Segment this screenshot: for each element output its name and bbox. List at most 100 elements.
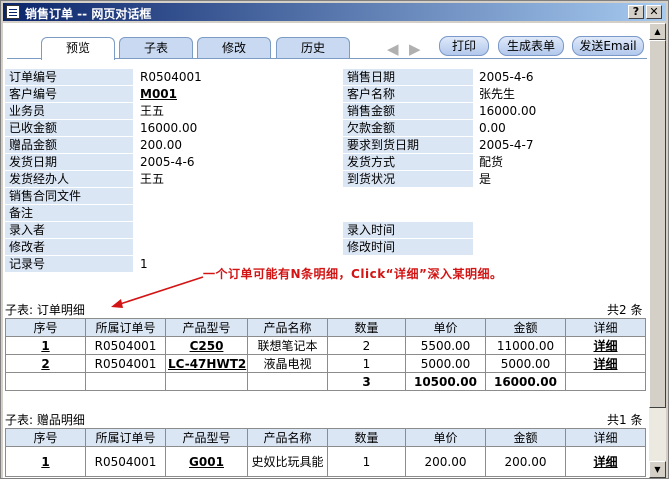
field-value: 张先生 <box>479 87 516 101</box>
hint-annotation: 一个订单可能有N条明细，Click“详细”深入某明细。 <box>203 267 503 281</box>
table-cell: 200.00 <box>405 446 486 477</box>
field-label: 修改时间 <box>343 239 473 255</box>
tab-preview[interactable]: 预览 <box>41 37 115 60</box>
field-label: 已收金额 <box>5 120 133 136</box>
field-label: 录入时间 <box>343 222 473 238</box>
annotation-arrow-icon <box>111 276 204 308</box>
table-cell: R0504001 <box>85 354 166 373</box>
print-button[interactable]: 打印 <box>439 36 489 56</box>
table-row: 1 R0504001 G001 史奴比玩具能 1 200.00 200.00 详… <box>5 446 646 477</box>
window-icon <box>6 5 20 19</box>
next-record-icon[interactable]: ▶ <box>409 40 421 58</box>
table-cell: 5000.00 <box>485 354 566 373</box>
total-unit-price: 10500.00 <box>405 372 486 391</box>
field-value: 200.00 <box>140 138 182 152</box>
product-model-link[interactable]: LC-47HWT2 <box>165 354 248 373</box>
table-row: 2 R0504001 LC-47HWT2 液晶电视 1 5000.00 5000… <box>5 354 646 373</box>
field-label: 订单编号 <box>5 69 133 85</box>
product-model-link[interactable]: C250 <box>165 336 248 355</box>
table-cell: 1 <box>327 354 406 373</box>
total-quantity: 3 <box>327 372 406 391</box>
column-header: 单价 <box>405 318 486 337</box>
row-number-link[interactable]: 1 <box>5 336 86 355</box>
field-label: 客户名称 <box>343 86 473 102</box>
field-value: 配货 <box>479 155 504 169</box>
generate-form-button[interactable]: 生成表单 <box>498 36 564 56</box>
gift-details-count: 共1 条 <box>607 413 643 427</box>
dialog-window: 销售订单 -- 网页对话框 ? ✕ 预览 子表 修改 历史 ◀ ▶ 打印 生成表… <box>0 0 669 479</box>
table-total-row: 3 10500.00 16000.00 <box>5 372 646 391</box>
field-label: 记录号 <box>5 256 133 272</box>
table-cell: 液晶电视 <box>247 354 328 373</box>
column-header: 数量 <box>327 318 406 337</box>
column-header: 产品型号 <box>165 318 248 337</box>
column-header: 金额 <box>485 318 566 337</box>
field-value: 16000.00 <box>140 121 198 135</box>
table-cell <box>85 372 166 391</box>
table-header-row: 序号 所属订单号 产品型号 产品名称 数量 单价 金额 详细 <box>5 428 646 447</box>
column-header: 详细 <box>565 318 646 337</box>
field-label: 发货方式 <box>343 154 473 170</box>
order-details-title: 子表: 订单明细 <box>5 303 85 317</box>
tab-history[interactable]: 历史 <box>276 37 350 59</box>
column-header: 产品名称 <box>247 428 328 447</box>
detail-link[interactable]: 详细 <box>565 446 646 477</box>
field-value: 2005-4-7 <box>479 138 534 152</box>
table-cell <box>5 372 86 391</box>
gift-details-table: 序号 所属订单号 产品型号 产品名称 数量 单价 金额 详细 1 R050400… <box>5 428 646 477</box>
table-cell: R0504001 <box>85 336 166 355</box>
detail-link[interactable]: 详细 <box>565 336 646 355</box>
table-cell <box>247 372 328 391</box>
product-model-link[interactable]: G001 <box>165 446 248 477</box>
column-header: 序号 <box>5 428 86 447</box>
row-number-link[interactable]: 2 <box>5 354 86 373</box>
field-value: 0.00 <box>479 121 506 135</box>
customer-id-link[interactable]: M001 <box>140 86 177 102</box>
field-label: 备注 <box>5 205 133 221</box>
field-value: 1 <box>140 257 148 271</box>
table-cell: 11000.00 <box>485 336 566 355</box>
tab-subtable[interactable]: 子表 <box>119 37 193 59</box>
scroll-thumb[interactable] <box>649 40 666 408</box>
order-details-count: 共2 条 <box>607 303 643 317</box>
detail-link[interactable]: 详细 <box>565 354 646 373</box>
field-label: 要求到货日期 <box>343 137 473 153</box>
column-header: 序号 <box>5 318 86 337</box>
field-label: 到货状况 <box>343 171 473 187</box>
order-details-table: 序号 所属订单号 产品型号 产品名称 数量 单价 金额 详细 1 R050400… <box>5 318 646 391</box>
field-label: 欠款金额 <box>343 120 473 136</box>
field-label: 销售金额 <box>343 103 473 119</box>
column-header: 所属订单号 <box>85 428 166 447</box>
help-button[interactable]: ? <box>628 5 644 19</box>
field-label: 修改者 <box>5 239 133 255</box>
column-header: 单价 <box>405 428 486 447</box>
field-value: R0504001 <box>140 70 202 84</box>
field-label: 录入者 <box>5 222 133 238</box>
table-cell: 联想笔记本 <box>247 336 328 355</box>
field-value: 2005-4-6 <box>140 155 195 169</box>
field-value: 王五 <box>140 104 165 118</box>
tab-edit[interactable]: 修改 <box>197 37 271 59</box>
field-label: 赠品金额 <box>5 137 133 153</box>
row-number-link[interactable]: 1 <box>5 446 86 477</box>
vertical-scrollbar[interactable]: ▲ ▼ <box>649 23 666 478</box>
table-row: 1 R0504001 C250 联想笔记本 2 5500.00 11000.00… <box>5 336 646 355</box>
prev-record-icon[interactable]: ◀ <box>387 40 399 58</box>
field-label: 发货经办人 <box>5 171 133 187</box>
table-cell: R0504001 <box>85 446 166 477</box>
total-amount: 16000.00 <box>485 372 566 391</box>
table-cell <box>165 372 248 391</box>
scroll-down-icon[interactable]: ▼ <box>649 461 666 478</box>
send-email-button[interactable]: 发送Email <box>572 36 644 56</box>
field-label: 发货日期 <box>5 154 133 170</box>
window-title: 销售订单 -- 网页对话框 <box>25 7 152 21</box>
column-header: 数量 <box>327 428 406 447</box>
close-button[interactable]: ✕ <box>646 5 662 19</box>
field-label: 业务员 <box>5 103 133 119</box>
title-bar[interactable]: 销售订单 -- 网页对话框 ? ✕ <box>3 3 666 21</box>
dialog-content: 预览 子表 修改 历史 ◀ ▶ 打印 生成表单 发送Email 订单编号 R05… <box>3 23 649 478</box>
field-value: 2005-4-6 <box>479 70 534 84</box>
scroll-up-icon[interactable]: ▲ <box>649 23 666 40</box>
table-cell: 200.00 <box>485 446 566 477</box>
table-cell <box>565 372 646 391</box>
